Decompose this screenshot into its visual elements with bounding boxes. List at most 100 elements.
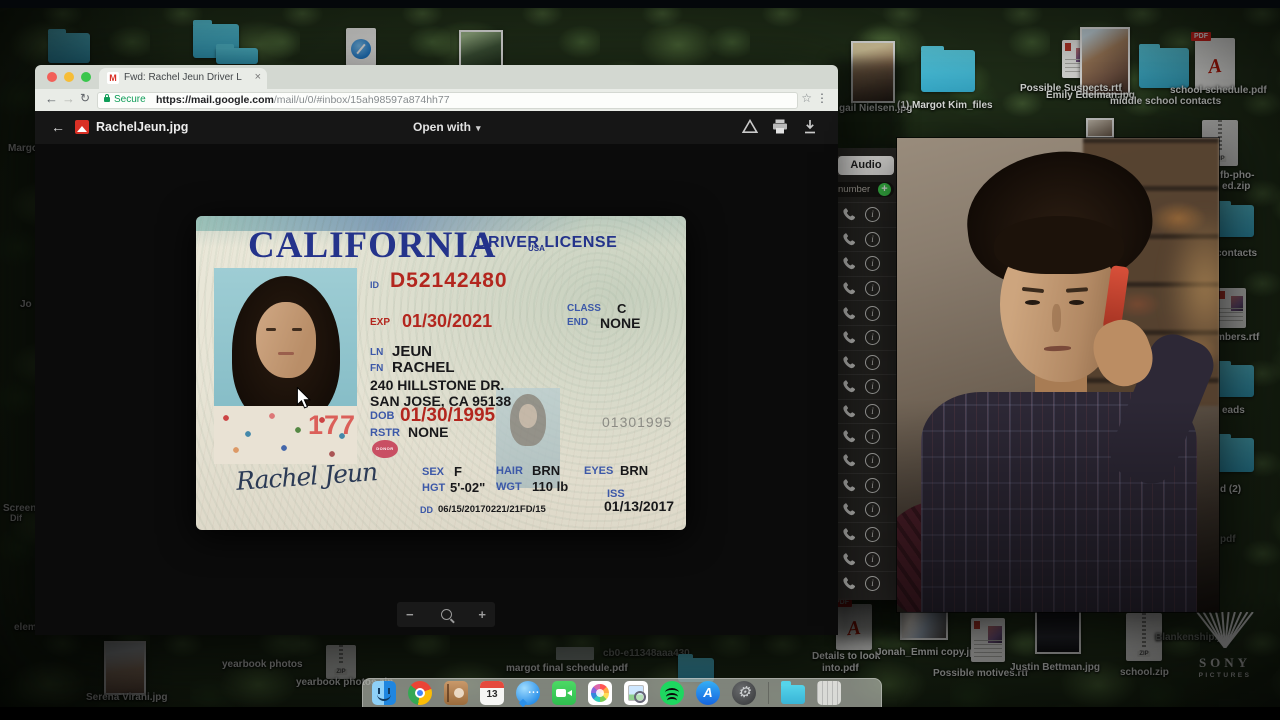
dock-chrome-icon[interactable] xyxy=(408,681,432,705)
info-icon[interactable]: i xyxy=(865,552,880,567)
info-icon[interactable]: i xyxy=(865,256,880,271)
reload-icon[interactable]: ↻ xyxy=(80,91,90,105)
dock-messages-icon[interactable] xyxy=(516,681,540,705)
zip-badge: ZIP xyxy=(334,669,347,675)
close-window-button[interactable] xyxy=(47,72,57,82)
file-label: Jonah_Emmi copy.jpg xyxy=(876,647,981,658)
phone-icon[interactable] xyxy=(843,356,856,369)
folder-icon[interactable] xyxy=(1214,438,1254,472)
dock-facetime-icon[interactable] xyxy=(552,681,576,705)
info-icon[interactable]: i xyxy=(865,404,880,419)
dock-preview-icon[interactable] xyxy=(624,681,648,705)
audio-tab[interactable]: Audio xyxy=(838,156,894,175)
file-label: school.zip xyxy=(1120,667,1169,678)
open-with-button[interactable]: Open with▾ xyxy=(413,120,481,134)
minimize-window-button[interactable] xyxy=(64,72,74,82)
file-numbers-rtf-icon[interactable] xyxy=(1216,288,1246,328)
bookmark-star-icon[interactable]: ☆ xyxy=(801,91,812,105)
file-label: into.pdf xyxy=(822,663,859,674)
pdf-badge: PDF xyxy=(1191,32,1211,41)
download-icon[interactable] xyxy=(802,119,818,134)
phone-icon[interactable] xyxy=(843,405,856,418)
phone-icon[interactable] xyxy=(843,257,856,270)
desktop-folder-icon[interactable] xyxy=(48,33,90,63)
id-value: D52142480 xyxy=(390,269,508,293)
phone-icon[interactable] xyxy=(843,282,856,295)
dock-finder-icon[interactable] xyxy=(372,681,396,705)
phone-icon[interactable] xyxy=(843,208,856,221)
dock-downloads-folder-icon[interactable] xyxy=(781,685,805,704)
file-possible-motives-icon[interactable] xyxy=(971,618,1005,662)
phone-icon[interactable] xyxy=(843,553,856,566)
desktop-folder-icon[interactable] xyxy=(216,48,258,64)
file-school-schedule-pdf-icon[interactable]: PDF A xyxy=(1195,38,1235,90)
zoom-in-button[interactable]: + xyxy=(478,607,486,622)
add-call-button[interactable]: + xyxy=(878,183,891,196)
back-icon[interactable]: ← xyxy=(45,91,58,106)
desktop-photo-icon[interactable] xyxy=(459,30,503,68)
secure-badge[interactable]: Secure xyxy=(114,94,146,105)
browser-tab[interactable]: M Fwd: Rachel Jeun Driver Licens × xyxy=(99,68,267,89)
dock-calendar-icon[interactable]: 13 xyxy=(480,681,504,705)
print-icon[interactable] xyxy=(772,119,788,134)
phone-icon[interactable] xyxy=(843,479,856,492)
info-icon[interactable]: i xyxy=(865,207,880,222)
desktop-weblink-icon[interactable] xyxy=(346,28,376,66)
zoom-window-button[interactable] xyxy=(81,72,91,82)
phone-icon[interactable] xyxy=(843,503,856,516)
dock-contacts-icon[interactable] xyxy=(444,681,468,705)
info-icon[interactable]: i xyxy=(865,502,880,517)
class-value: C xyxy=(617,301,626,316)
info-icon[interactable]: i xyxy=(865,281,880,296)
add-to-drive-icon[interactable] xyxy=(742,119,758,134)
info-icon[interactable]: i xyxy=(865,379,880,394)
file-chip[interactable] xyxy=(556,647,594,660)
attachment-viewer: ← RachelJeun.jpg Open with▾ xyxy=(35,111,838,635)
address-bar[interactable]: Secure https://mail.google.com/mail/u/0/… xyxy=(97,92,798,109)
folder-leads-icon[interactable] xyxy=(1214,365,1254,397)
folder-margot-kim-files-icon[interactable] xyxy=(921,50,975,92)
phone-icon[interactable] xyxy=(843,380,856,393)
file-label-fragment: pdf xyxy=(1220,534,1236,545)
info-icon[interactable]: i xyxy=(865,355,880,370)
dock-settings-icon[interactable] xyxy=(732,681,756,705)
photo-watermark: 177 xyxy=(308,410,356,441)
phone-icon[interactable] xyxy=(843,454,856,467)
viewer-back-icon[interactable]: ← xyxy=(51,119,65,135)
folder-contacts-icon[interactable] xyxy=(1214,205,1254,237)
phone-icon[interactable] xyxy=(843,577,856,590)
phone-icon[interactable] xyxy=(843,430,856,443)
info-icon[interactable]: i xyxy=(865,306,880,321)
info-icon[interactable]: i xyxy=(865,232,880,247)
info-icon[interactable]: i xyxy=(865,527,880,542)
dock-photos-icon[interactable] xyxy=(588,681,612,705)
browser-window: M Fwd: Rachel Jeun Driver Licens × ← → ↻… xyxy=(35,65,838,635)
eyes-value: BRN xyxy=(620,463,648,478)
tab-title: Fwd: Rachel Jeun Driver Licens xyxy=(124,72,242,83)
desktop-photo-icon[interactable] xyxy=(1086,118,1114,138)
video-call-window[interactable] xyxy=(897,138,1219,612)
info-icon[interactable]: i xyxy=(865,453,880,468)
forward-icon[interactable]: → xyxy=(62,91,75,106)
phone-icon[interactable] xyxy=(843,307,856,320)
zoom-out-button[interactable]: − xyxy=(406,607,414,622)
info-icon[interactable]: i xyxy=(865,429,880,444)
info-icon[interactable]: i xyxy=(865,330,880,345)
acrobat-icon: A xyxy=(1207,54,1223,78)
phone-icon[interactable] xyxy=(843,528,856,541)
dd-value: 06/15/20170221/21FD/15 xyxy=(438,504,546,515)
browser-menu-icon[interactable]: ⋮ xyxy=(816,91,828,105)
phone-icon[interactable] xyxy=(843,331,856,344)
file-yearbook-zip-icon[interactable]: ZIP xyxy=(326,645,356,679)
sex-label: SEX xyxy=(422,466,444,478)
zoom-loupe-icon[interactable] xyxy=(441,609,452,620)
phone-icon[interactable] xyxy=(843,233,856,246)
file-serena-photo-icon[interactable] xyxy=(104,641,146,695)
folder-middle-school-contacts-icon[interactable] xyxy=(1139,48,1189,88)
info-icon[interactable]: i xyxy=(865,576,880,591)
info-icon[interactable]: i xyxy=(865,478,880,493)
dock-appstore-icon[interactable] xyxy=(696,681,720,705)
dock-trash-icon[interactable] xyxy=(817,681,841,705)
close-tab-icon[interactable]: × xyxy=(255,71,261,83)
dock-spotify-icon[interactable] xyxy=(660,681,684,705)
